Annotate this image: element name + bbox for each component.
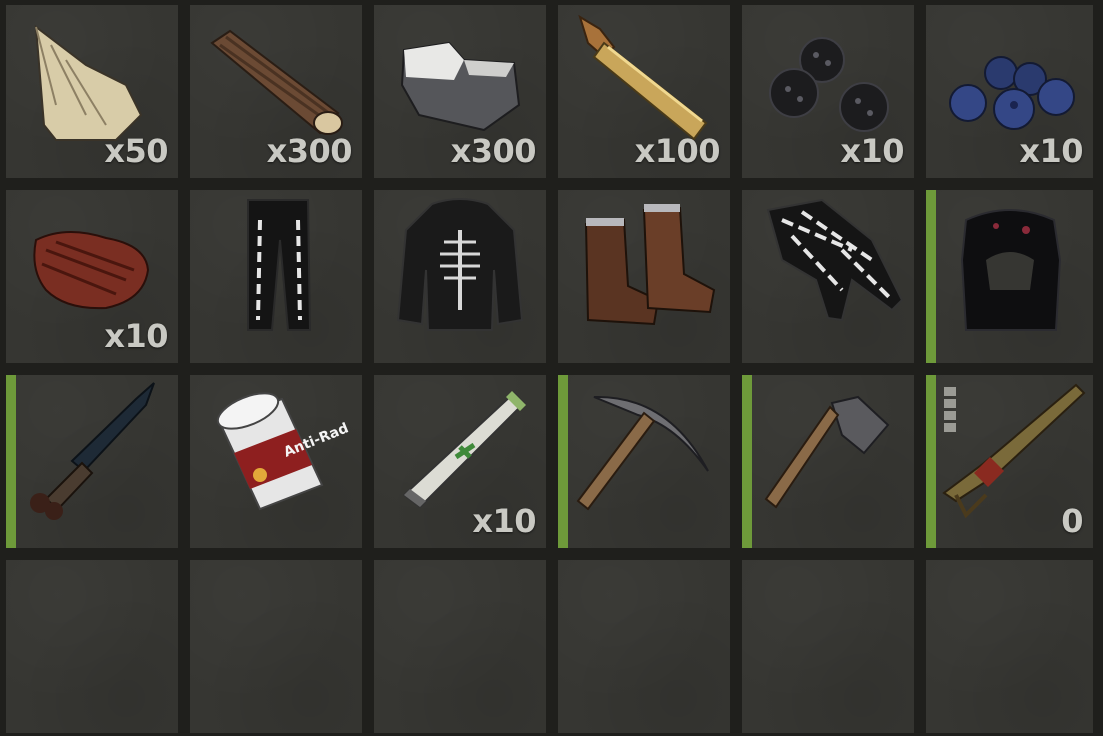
item-quantity: x10 xyxy=(472,502,536,540)
slot-wood[interactable]: x300 xyxy=(190,5,362,178)
slot-skeleton-hoodie[interactable] xyxy=(374,190,546,363)
inventory-grid: x50 x300 x300 x100 x10 x10 x10 Anti-Rad … xyxy=(0,0,1103,736)
item-quantity: x100 xyxy=(634,132,721,170)
skeleton-gloves-icon xyxy=(742,190,914,363)
skeleton-hoodie-icon xyxy=(374,190,546,363)
skeleton-pants-icon xyxy=(190,190,362,363)
slot-medical-syringe[interactable]: x10 xyxy=(374,375,546,548)
empty-slot[interactable] xyxy=(374,560,546,733)
item-quantity: x300 xyxy=(450,132,537,170)
empty-slot[interactable] xyxy=(742,560,914,733)
slot-cooked-meat[interactable]: x10 xyxy=(6,190,178,363)
item-quantity: x300 xyxy=(266,132,353,170)
helmet-icon xyxy=(926,190,1093,363)
slot-pickaxe[interactable] xyxy=(558,375,730,548)
item-quantity: x10 xyxy=(104,317,168,355)
slot-bone-fragments[interactable]: x50 xyxy=(6,5,178,178)
slot-stones[interactable]: x300 xyxy=(374,5,546,178)
boots-icon xyxy=(558,190,730,363)
slot-bone-knife[interactable] xyxy=(6,375,178,548)
pickaxe-icon xyxy=(558,375,730,548)
slot-anti-rad-pills[interactable]: Anti-Rad xyxy=(190,375,362,548)
empty-slot[interactable] xyxy=(6,560,178,733)
slot-skeleton-pants[interactable] xyxy=(190,190,362,363)
slot-boots[interactable] xyxy=(558,190,730,363)
slot-blueberries[interactable]: x10 xyxy=(926,5,1093,178)
slot-skeleton-gloves[interactable] xyxy=(742,190,914,363)
anti-rad-pills-icon: Anti-Rad xyxy=(190,375,362,548)
slot-rifle-ammo[interactable]: x100 xyxy=(558,5,730,178)
item-quantity: x10 xyxy=(1019,132,1083,170)
item-quantity: x50 xyxy=(104,132,168,170)
empty-slot[interactable] xyxy=(190,560,362,733)
bone-knife-icon xyxy=(6,375,178,548)
empty-slot[interactable] xyxy=(558,560,730,733)
hatchet-icon xyxy=(742,375,914,548)
item-quantity: 0 xyxy=(1061,502,1083,540)
item-quantity: x10 xyxy=(840,132,904,170)
slot-blackberries[interactable]: x10 xyxy=(742,5,914,178)
slot-rifle[interactable]: 0 xyxy=(926,375,1093,548)
empty-slot[interactable] xyxy=(926,560,1093,733)
slot-hatchet[interactable] xyxy=(742,375,914,548)
slot-helmet[interactable] xyxy=(926,190,1093,363)
